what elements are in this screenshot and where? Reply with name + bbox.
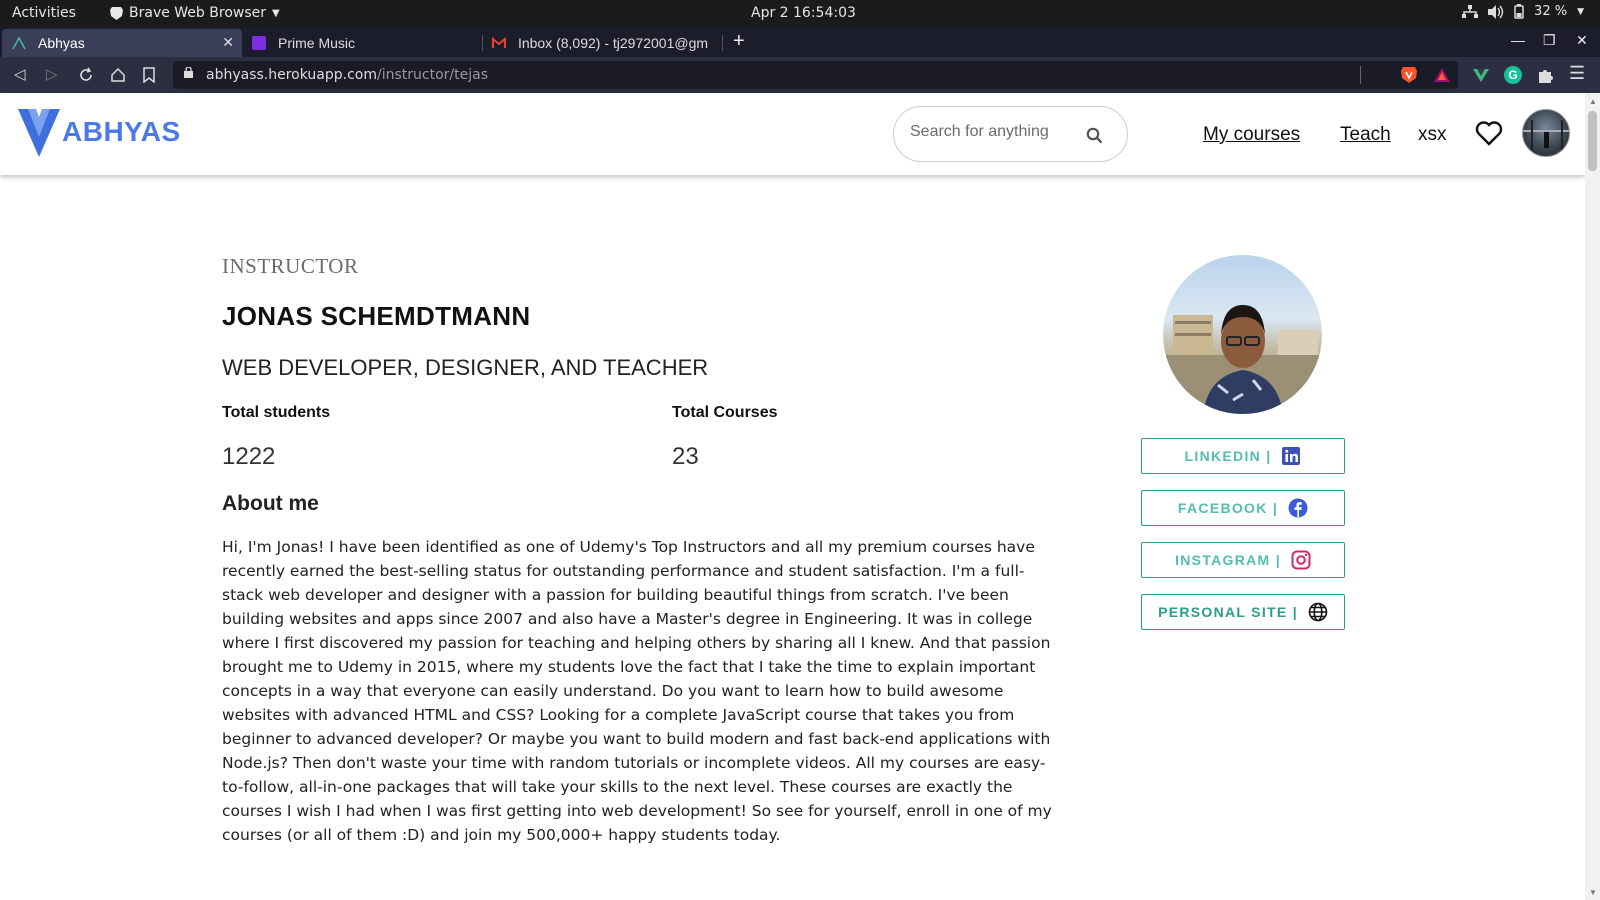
reload-icon[interactable] [78,67,94,83]
search-icon[interactable] [1086,127,1103,144]
facebook-button[interactable]: FACEBOOK | [1141,490,1345,526]
abhyas-favicon-icon [12,36,26,50]
prime-music-favicon-icon [252,36,266,50]
home-icon[interactable] [110,67,126,83]
scroll-up-icon[interactable]: ▲ [1589,97,1597,106]
brave-rewards-icon[interactable] [1433,66,1451,84]
facebook-label: FACEBOOK | [1177,500,1279,516]
abhyas-logo-icon [18,109,60,157]
browser-tab-strip: Abhyas ✕ Prime Music Inbox (8,092) - tj2… [0,27,1600,57]
instagram-label: INSTAGRAM | [1175,552,1281,568]
close-tab-icon[interactable]: ✕ [222,34,234,51]
linkedin-button[interactable]: LINKEDIN | [1141,438,1345,474]
linkedin-label: LINKEDIN | [1184,448,1272,464]
back-icon[interactable]: ◁ [14,65,26,83]
activities-button[interactable]: Activities [12,5,76,21]
system-tray[interactable]: 32 % ▼ [1462,4,1584,19]
forward-icon[interactable]: ▷ [46,65,58,83]
my-courses-link[interactable]: My courses [1203,124,1300,146]
network-icon [1462,4,1479,18]
wishlist-heart-icon[interactable] [1475,120,1503,146]
tab-abhyas[interactable]: Abhyas ✕ [2,29,242,57]
total-students-label: Total students [222,404,331,421]
battery-icon [1514,4,1524,19]
instructor-headline: WEB DEVELOPER, DESIGNER, AND TEACHER [222,355,709,380]
caret-down-icon: ▼ [272,7,280,19]
facebook-icon [1288,498,1308,518]
scroll-down-icon[interactable]: ▼ [1589,888,1597,897]
extensions-puzzle-icon[interactable] [1537,66,1555,84]
about-me-heading: About me [222,492,319,515]
avatar-photo-icon [1523,120,1569,150]
brave-lion-icon [110,6,123,20]
address-bar[interactable]: abhyass.herokuapp.com/instructor/tejas [173,61,1458,89]
page-scrollbar[interactable]: ▲ ▼ [1585,93,1600,900]
total-courses-value: 23 [672,443,699,470]
system-clock[interactable]: Apr 2 16:54:03 [751,5,856,21]
brand-name: ABHYAS [62,116,181,147]
caret-down-icon: ▼ [1577,6,1584,17]
brave-shields-icon[interactable] [1400,66,1418,84]
tab-label: Prime Music [278,35,356,51]
minimize-window-button[interactable]: — [1511,32,1525,48]
globe-icon [1308,602,1328,622]
bookmark-icon[interactable] [143,67,155,83]
grammarly-icon[interactable]: G [1504,66,1522,84]
site-header: ABHYAS My courses Teach xsx [0,93,1585,175]
browser-toolbar: ◁ ▷ abhyass.herokuapp.com/instructor/tej… [0,57,1600,93]
total-courses-label: Total Courses [672,404,778,421]
os-top-bar: Activities Brave Web Browser ▼ Apr 2 16:… [0,0,1600,27]
instructor-name: JONAS SCHEMDTMANN [222,301,531,331]
close-window-button[interactable]: ✕ [1576,32,1588,49]
tab-label: Abhyas [38,35,85,51]
instructor-photo [1163,255,1322,414]
restore-window-button[interactable]: ❐ [1543,32,1556,49]
volume-icon [1488,4,1504,19]
personal-site-button[interactable]: PERSONAL SITE | [1141,594,1345,630]
about-me-text: Hi, I'm Jonas! I have been identified as… [222,538,1052,844]
search-input[interactable] [910,123,1080,141]
total-students-value: 1222 [222,443,276,470]
battery-percent: 32 % [1534,4,1568,19]
url-text: abhyass.herokuapp.com/instructor/tejas [206,67,488,83]
new-tab-button[interactable]: + [733,30,745,53]
instagram-button[interactable]: INSTAGRAM | [1141,542,1345,578]
tab-label: Inbox (8,092) - tj2972001@gm [517,35,709,51]
personal-site-label: PERSONAL SITE | [1158,604,1298,620]
profile-photo-icon [1163,305,1322,414]
url-host: abhyass.herokuapp.com [206,67,377,83]
user-avatar[interactable] [1522,109,1570,157]
page-kicker: INSTRUCTOR [222,254,359,278]
app-name: Brave Web Browser [129,5,266,21]
site-logo[interactable]: ABHYAS [18,107,181,157]
search-bar[interactable] [893,106,1128,162]
app-menu[interactable]: Brave Web Browser ▼ [110,5,280,21]
tab-prime-music[interactable]: Prime Music [242,29,482,57]
instagram-icon [1291,550,1311,570]
address-bar-divider [1360,66,1361,84]
tab-gmail-inbox[interactable]: Inbox (8,092) - tj2972001@gm [482,29,722,57]
lock-icon [184,67,193,78]
url-path: /instructor/tejas [377,67,488,83]
vuejs-devtools-icon[interactable] [1472,66,1490,84]
username-label[interactable]: xsx [1418,124,1447,146]
tab-separator [722,35,723,51]
teach-link[interactable]: Teach [1340,124,1391,146]
linkedin-icon [1282,447,1301,465]
browser-menu-icon[interactable]: ☰ [1569,63,1585,84]
gmail-favicon-icon [492,36,506,48]
scrollbar-thumb[interactable] [1588,111,1597,171]
